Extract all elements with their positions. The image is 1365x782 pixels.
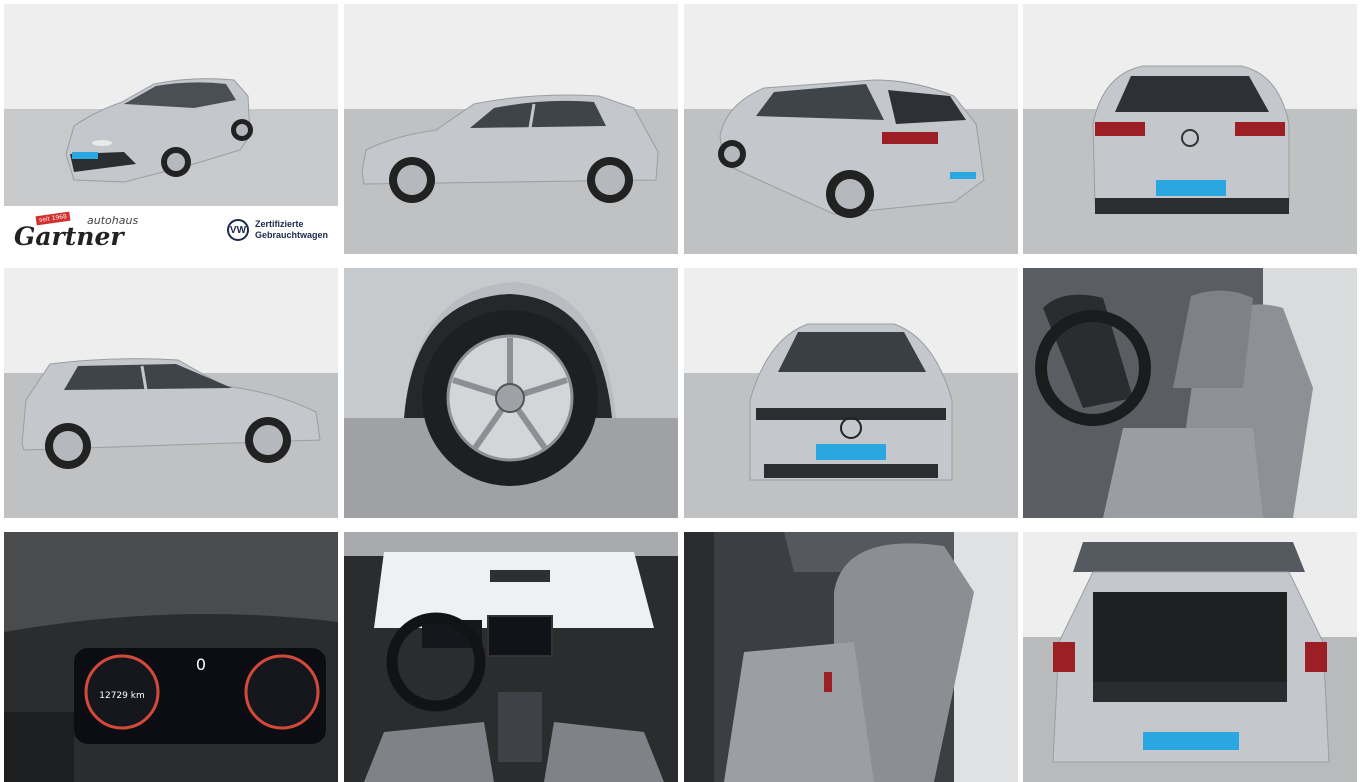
car-rear-view-image bbox=[1023, 4, 1357, 254]
front-seats-photo[interactable] bbox=[1023, 268, 1357, 518]
rear-three-quarter-photo[interactable] bbox=[684, 4, 1018, 254]
side-profile-right-photo[interactable] bbox=[4, 268, 338, 518]
dashboard-image bbox=[344, 532, 678, 782]
instrument-cluster-photo[interactable]: 12729 km 0 bbox=[4, 532, 338, 782]
gear-readout: 0 bbox=[196, 655, 206, 674]
vw-certification: VW Zertifizierte Gebrauchtwagen bbox=[226, 219, 328, 241]
rear-view-photo[interactable] bbox=[1023, 4, 1357, 254]
front-seats-image bbox=[1023, 268, 1357, 518]
front-view-photo[interactable] bbox=[684, 268, 1018, 518]
odometer-readout: 12729 km bbox=[99, 691, 144, 701]
wheel-closeup-photo[interactable] bbox=[344, 268, 678, 518]
car-side-left-image bbox=[344, 4, 678, 254]
trunk-photo[interactable] bbox=[1023, 532, 1357, 782]
car-side-right-image bbox=[4, 268, 338, 518]
side-profile-left-photo[interactable] bbox=[344, 4, 678, 254]
rear-seats-image bbox=[684, 532, 1018, 782]
dealer-banner: seit 1968 autohaus Gartner VW Zertifizie… bbox=[4, 206, 338, 254]
wheel-closeup-image bbox=[344, 268, 678, 518]
dealer-name: Gartner bbox=[14, 222, 124, 251]
car-front-view-image bbox=[684, 268, 1018, 518]
cert-line-1: Zertifizierte bbox=[254, 219, 304, 229]
instrument-cluster-image: 12729 km 0 bbox=[4, 532, 338, 782]
vw-logo-icon: VW bbox=[226, 219, 249, 241]
photo-gallery: seit 1968 autohaus Gartner VW Zertifizie… bbox=[0, 0, 1365, 782]
car-rear-three-quarter-image bbox=[684, 4, 1018, 254]
dashboard-photo[interactable] bbox=[344, 532, 678, 782]
dealer-logo: seit 1968 autohaus Gartner bbox=[12, 208, 152, 252]
front-three-quarter-photo[interactable]: seit 1968 autohaus Gartner VW Zertifizie… bbox=[4, 4, 338, 254]
trunk-image bbox=[1023, 532, 1357, 782]
certification-label: Zertifizierte Gebrauchtwagen bbox=[255, 219, 328, 241]
rear-seats-photo[interactable] bbox=[684, 532, 1018, 782]
cert-line-2: Gebrauchtwagen bbox=[254, 230, 328, 240]
